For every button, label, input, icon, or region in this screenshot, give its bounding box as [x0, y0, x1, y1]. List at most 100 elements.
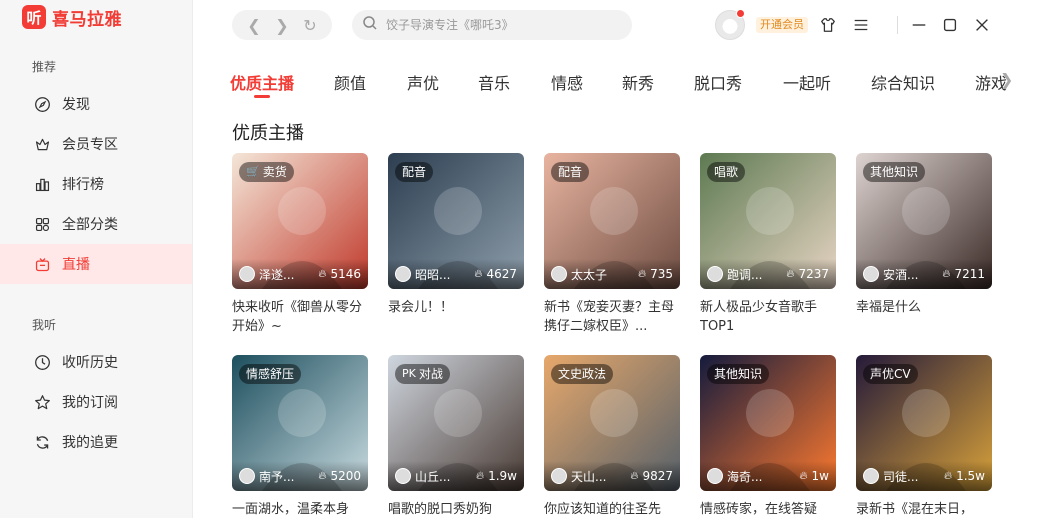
tab-newcomers[interactable]: 新秀 — [622, 70, 654, 94]
popularity-count: 7237 — [798, 267, 829, 281]
back-icon[interactable]: ❮ — [247, 16, 260, 35]
cover-image[interactable]: 情感舒压 南予... 🔥︎ 5200 — [232, 355, 368, 491]
card-title[interactable]: 录会儿！！ — [388, 298, 524, 336]
maximize-icon[interactable] — [939, 14, 961, 36]
streamer-card[interactable]: 其他知识 海奇... 🔥︎ 1w 情感砖家，在线答疑 — [700, 355, 836, 518]
compass-icon — [33, 95, 51, 113]
host-info-bar: 跑调... 🔥︎ 7237 — [700, 259, 836, 289]
category-badge: 唱歌 — [707, 162, 746, 182]
pk-icon: PK — [402, 367, 416, 380]
host-info-bar: 南予... 🔥︎ 5200 — [232, 461, 368, 491]
tab-standup[interactable]: 脱口秀 — [694, 70, 742, 94]
streamer-card[interactable]: 其他知识 安酒... 🔥︎ 7211 幸福是什么 — [856, 153, 992, 336]
card-title[interactable]: 你应该知道的往圣先 — [544, 500, 680, 518]
fire-icon: 🔥︎ — [476, 469, 485, 482]
cover-image[interactable]: PK 对战 山丘... 🔥︎ 1.9w — [388, 355, 524, 491]
cover-image[interactable]: 其他知识 安酒... 🔥︎ 7211 — [856, 153, 992, 289]
category-tabs: 优质主播 颜值 声优 音乐 情感 新秀 脱口秀 一起听 综合知识 游戏 — [230, 70, 1020, 100]
streamer-card[interactable]: 🛒 卖货 泽遂... 🔥︎ 5146 快来收听《御兽从零分开始》~ — [232, 153, 368, 336]
sidebar-item-subscriptions[interactable]: 我的订阅 — [0, 382, 192, 422]
close-icon[interactable] — [971, 14, 993, 36]
sidebar-item-label: 我的追更 — [62, 435, 118, 451]
sidebar-item-history[interactable]: 收听历史 — [0, 342, 192, 382]
tab-listen-together[interactable]: 一起听 — [783, 70, 831, 94]
badge-label: 唱歌 — [714, 165, 739, 179]
streamer-card[interactable]: 配音 昭昭... 🔥︎ 4627 录会儿！！ — [388, 153, 524, 336]
minimize-icon[interactable] — [908, 14, 930, 36]
cover-image[interactable]: 配音 昭昭... 🔥︎ 4627 — [388, 153, 524, 289]
streamer-card[interactable]: 唱歌 跑调... 🔥︎ 7237 新人极品少女音歌手TOP1 — [700, 153, 836, 336]
tab-knowledge[interactable]: 综合知识 — [871, 70, 935, 94]
tab-looks[interactable]: 颜值 — [334, 70, 366, 94]
streamer-card[interactable]: 配音 太太子 🔥︎ 735 新书《宠妾灭妻？主母携仔二嫁权臣》... — [544, 153, 680, 336]
sidebar-item-discover[interactable]: 发现 — [0, 84, 192, 124]
popularity-count: 5146 — [330, 267, 361, 281]
fire-icon: 🔥︎ — [638, 267, 647, 280]
popularity-count: 7211 — [954, 267, 985, 281]
sidebar-item-label: 会员专区 — [62, 137, 118, 153]
tab-emotion[interactable]: 情感 — [551, 70, 583, 94]
vip-button[interactable]: 开通会员 — [756, 17, 808, 33]
cover-image[interactable]: 声优CV 司徒... 🔥︎ 1.5w — [856, 355, 992, 491]
streamer-card[interactable]: 情感舒压 南予... 🔥︎ 5200 一面湖水，温柔本身 — [232, 355, 368, 518]
sidebar-item-label: 直播 — [62, 257, 90, 273]
card-title[interactable]: 唱歌的脱口秀奶狗 — [388, 500, 524, 518]
search-input[interactable] — [386, 18, 616, 32]
card-title[interactable]: 录新书《混在末日， — [856, 500, 992, 518]
skin-icon[interactable] — [817, 14, 839, 36]
card-title[interactable]: 幸福是什么 — [856, 298, 992, 336]
cover-image[interactable]: 文史政法 天山... 🔥︎ 9827 — [544, 355, 680, 491]
ranking-icon — [33, 175, 51, 193]
badge-label: 卖货 — [262, 165, 287, 179]
logo-mark: 听 — [22, 5, 46, 29]
cover-image[interactable]: 唱歌 跑调... 🔥︎ 7237 — [700, 153, 836, 289]
fire-icon: 🔥︎ — [942, 267, 951, 280]
host-avatar — [551, 266, 567, 282]
user-avatar[interactable] — [715, 9, 745, 40]
card-title[interactable]: 新人极品少女音歌手TOP1 — [700, 298, 836, 336]
sidebar-item-categories[interactable]: 全部分类 — [0, 204, 192, 244]
notification-dot — [736, 9, 745, 18]
card-title[interactable]: 情感砖家，在线答疑 — [700, 500, 836, 518]
host-name: 安酒... — [883, 267, 919, 282]
sidebar-item-following[interactable]: 我的追更 — [0, 422, 192, 462]
app-logo[interactable]: 听 喜马拉雅 — [22, 5, 122, 30]
fire-icon: 🔥︎ — [799, 469, 808, 482]
card-title[interactable]: 新书《宠妾灭妻？主母携仔二嫁权臣》... — [544, 298, 680, 336]
star-icon — [33, 393, 51, 411]
streamer-card[interactable]: PK 对战 山丘... 🔥︎ 1.9w 唱歌的脱口秀奶狗 — [388, 355, 524, 518]
badge-label: 其他知识 — [714, 367, 763, 381]
badge-label: 配音 — [402, 165, 427, 179]
forward-icon[interactable]: ❯ — [275, 16, 288, 35]
grid-icon — [33, 215, 51, 233]
sidebar-item-vip[interactable]: 会员专区 — [0, 124, 192, 164]
streamer-card[interactable]: 声优CV 司徒... 🔥︎ 1.5w 录新书《混在末日， — [856, 355, 992, 518]
streamer-card[interactable]: 文史政法 天山... 🔥︎ 9827 你应该知道的往圣先 — [544, 355, 680, 518]
card-title[interactable]: 快来收听《御兽从零分开始》~ — [232, 298, 368, 336]
tab-music[interactable]: 音乐 — [478, 70, 510, 94]
cover-image[interactable]: 配音 太太子 🔥︎ 735 — [544, 153, 680, 289]
category-badge: 情感舒压 — [239, 364, 302, 384]
sidebar: 听 喜马拉雅 推荐 发现 会员专区 排行榜 全部分类 直播 我听 收听历史 我的… — [0, 0, 193, 518]
menu-icon[interactable] — [850, 14, 872, 36]
card-title[interactable]: 一面湖水，温柔本身 — [232, 500, 368, 518]
tab-voice-actor[interactable]: 声优 — [407, 70, 439, 94]
host-name: 南予... — [259, 469, 295, 484]
host-avatar — [863, 468, 879, 484]
reload-icon[interactable]: ↻ — [303, 16, 316, 35]
section-title: 优质主播 — [232, 123, 304, 144]
search-box[interactable] — [352, 10, 632, 40]
fire-icon: 🔥︎ — [630, 469, 639, 482]
cover-image[interactable]: 其他知识 海奇... 🔥︎ 1w — [700, 355, 836, 491]
app-name: 喜马拉雅 — [52, 9, 122, 30]
popularity-count: 5200 — [330, 469, 361, 483]
sidebar-section-mine: 我听 — [32, 318, 57, 332]
fire-icon: 🔥︎ — [318, 267, 327, 280]
tab-premium-hosts[interactable]: 优质主播 — [230, 70, 294, 94]
sidebar-item-live[interactable]: 直播 — [0, 244, 192, 284]
navigation-controls: ❮ ❯ ↻ — [232, 10, 332, 40]
host-name: 司徒... — [883, 469, 919, 484]
cover-image[interactable]: 🛒 卖货 泽遂... 🔥︎ 5146 — [232, 153, 368, 289]
sidebar-item-ranking[interactable]: 排行榜 — [0, 164, 192, 204]
tabs-next-icon[interactable]: ❯ — [1000, 70, 1013, 89]
